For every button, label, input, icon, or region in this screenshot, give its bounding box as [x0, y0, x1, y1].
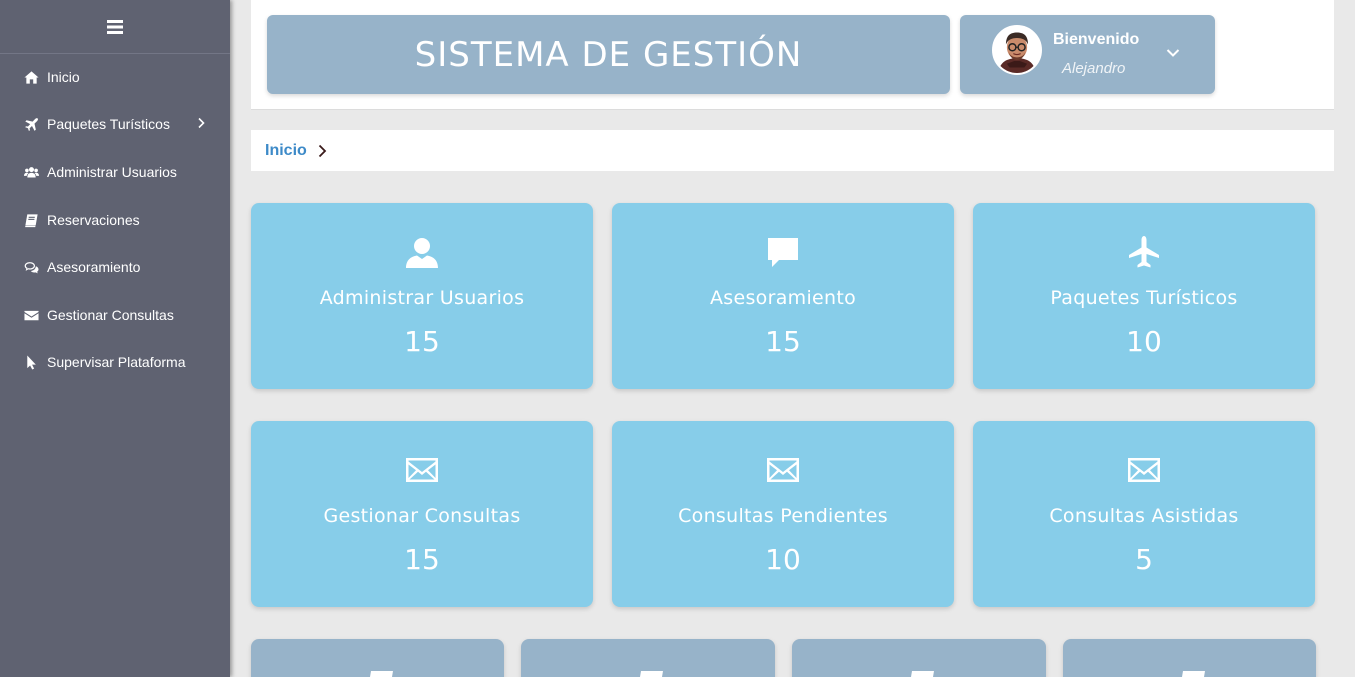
sidebar-item-label: Gestionar Consultas	[47, 307, 174, 323]
username: Alejandro	[1062, 60, 1126, 77]
book-icon	[251, 669, 504, 677]
card-label: Consultas Asistidas	[1049, 505, 1239, 527]
book-icon	[521, 669, 775, 677]
card-partial-4[interactable]	[1063, 639, 1316, 677]
users-icon	[23, 164, 39, 180]
chevron-right-icon	[198, 117, 205, 129]
envelope-icon	[23, 307, 39, 323]
book-icon	[792, 669, 1046, 677]
card-label: Consultas Pendientes	[678, 505, 888, 527]
card-count: 10	[1126, 325, 1162, 358]
envelope-icon	[973, 453, 1315, 489]
welcome-text: Bienvenido	[1053, 31, 1140, 48]
avatar	[992, 25, 1042, 75]
page-title: SISTEMA DE GESTIÓN	[414, 34, 803, 75]
home-icon	[23, 69, 39, 85]
sidebar: Inicio Paquetes Turísticos Administrar U…	[0, 0, 230, 677]
card-count: 15	[765, 325, 801, 358]
comments-icon	[23, 259, 39, 275]
card-gestionar-consultas[interactable]: Gestionar Consultas 15	[251, 421, 593, 607]
card-partial-2[interactable]	[521, 639, 775, 677]
pointer-icon	[23, 354, 39, 370]
breadcrumb: Inicio	[251, 130, 1334, 171]
card-asesoramiento[interactable]: Asesoramiento 15	[612, 203, 954, 389]
breadcrumb-home-link[interactable]: Inicio	[265, 142, 307, 160]
sidebar-item-label: Administrar Usuarios	[47, 164, 177, 180]
card-count: 5	[1135, 543, 1153, 576]
sidebar-item-gestionar-consultas[interactable]: Gestionar Consultas	[0, 300, 230, 330]
sidebar-item-supervisar-plataforma[interactable]: Supervisar Plataforma	[0, 347, 230, 377]
sidebar-item-label: Asesoramiento	[47, 259, 141, 275]
card-paquetes-turisticos[interactable]: Paquetes Turísticos 10	[973, 203, 1315, 389]
card-label: Paquetes Turísticos	[1050, 287, 1238, 309]
card-consultas-asistidas[interactable]: Consultas Asistidas 5	[973, 421, 1315, 607]
system-title-banner: SISTEMA DE GESTIÓN	[267, 15, 950, 94]
top-header: SISTEMA DE GESTIÓN Bienvenido Alejandro	[251, 0, 1334, 110]
envelope-icon	[251, 453, 593, 489]
chevron-down-icon[interactable]	[1166, 48, 1180, 58]
envelope-icon	[612, 453, 954, 489]
hamburger-icon	[107, 19, 123, 34]
sidebar-item-label: Reservaciones	[47, 212, 140, 228]
comment-icon	[612, 235, 954, 271]
sidebar-item-administrar-usuarios[interactable]: Administrar Usuarios	[0, 157, 230, 187]
card-partial-3[interactable]	[792, 639, 1046, 677]
menu-toggle-button[interactable]	[0, 0, 230, 54]
card-count: 10	[765, 543, 801, 576]
sidebar-item-paquetes[interactable]: Paquetes Turísticos	[0, 109, 230, 139]
user-menu[interactable]: Bienvenido Alejandro	[960, 15, 1215, 94]
card-administrar-usuarios[interactable]: Administrar Usuarios 15	[251, 203, 593, 389]
plane-icon	[973, 235, 1315, 271]
sidebar-item-inicio[interactable]: Inicio	[0, 62, 230, 92]
plane-icon	[23, 116, 39, 132]
card-count: 15	[404, 543, 440, 576]
sidebar-item-label: Inicio	[47, 69, 80, 85]
card-label: Gestionar Consultas	[323, 505, 521, 527]
user-icon	[251, 235, 593, 271]
book-icon	[23, 212, 39, 228]
book-icon	[1063, 669, 1316, 677]
chevron-right-icon	[318, 144, 327, 157]
card-consultas-pendientes[interactable]: Consultas Pendientes 10	[612, 421, 954, 607]
card-label: Administrar Usuarios	[319, 287, 525, 309]
card-label: Asesoramiento	[709, 287, 857, 309]
sidebar-item-reservaciones[interactable]: Reservaciones	[0, 205, 230, 235]
card-partial-1[interactable]	[251, 639, 504, 677]
sidebar-item-asesoramiento[interactable]: Asesoramiento	[0, 252, 230, 282]
sidebar-item-label: Paquetes Turísticos	[47, 116, 170, 132]
card-count: 15	[404, 325, 440, 358]
sidebar-item-label: Supervisar Plataforma	[47, 354, 186, 370]
